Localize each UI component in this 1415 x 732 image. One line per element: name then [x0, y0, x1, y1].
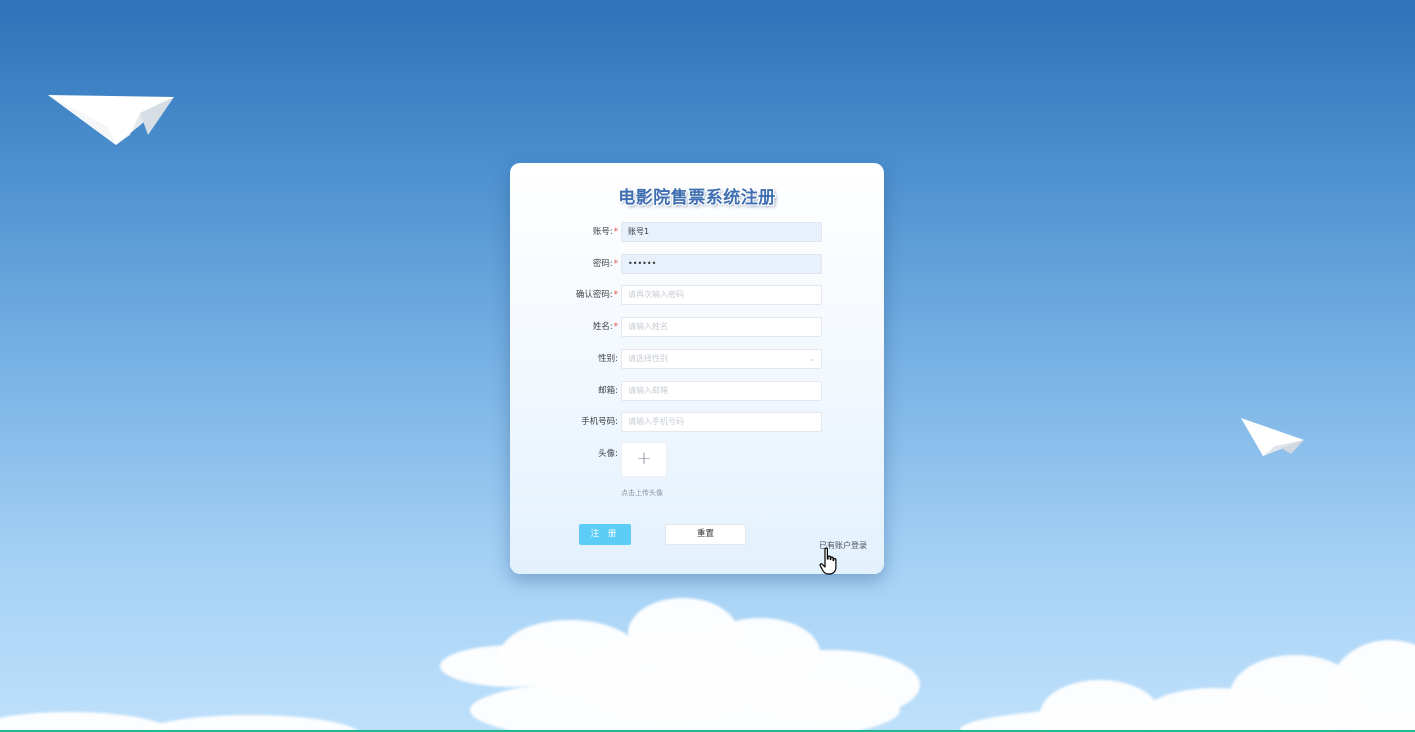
password-label: 密码:*	[592, 259, 618, 269]
form-row-confirm-password: 确认密码:* 请再次输入密码	[510, 285, 884, 307]
form-row-phone: 手机号码: 请输入手机号码	[510, 412, 884, 434]
reset-button[interactable]: 重置	[665, 524, 746, 545]
paper-plane-icon	[48, 95, 174, 145]
confirm-password-label: 确认密码:*	[575, 290, 618, 300]
register-card: 电影院售票系统注册 账号:* 账号1 密码:* •••••• 确认密码:* 请再…	[510, 163, 884, 574]
phone-label: 手机号码:	[581, 417, 618, 427]
avatar-label: 头像:	[598, 449, 618, 459]
name-label: 姓名:*	[592, 322, 618, 332]
gender-label: 性别:	[598, 354, 618, 364]
email-input[interactable]: 请输入邮箱	[621, 381, 822, 401]
account-label: 账号:*	[592, 227, 618, 237]
email-label: 邮箱:	[598, 386, 618, 396]
register-button[interactable]: 注 册	[579, 524, 631, 545]
form-row-email: 邮箱: 请输入邮箱	[510, 381, 884, 403]
plus-icon: +	[636, 448, 652, 469]
phone-input[interactable]: 请输入手机号码	[621, 412, 822, 432]
gender-select[interactable]: 请选择性别 ⌄	[621, 349, 822, 369]
form-row-account: 账号:* 账号1	[510, 222, 884, 244]
gender-select-placeholder: 请选择性别	[628, 354, 668, 363]
account-input[interactable]: 账号1	[621, 222, 822, 242]
confirm-password-input[interactable]: 请再次输入密码	[621, 285, 822, 305]
name-input[interactable]: 请输入姓名	[621, 317, 822, 337]
hand-pointer-icon	[819, 547, 837, 575]
form-row-gender: 性别: 请选择性别 ⌄	[510, 349, 884, 371]
avatar-upload-button[interactable]: +	[621, 442, 667, 477]
form-row-avatar: 头像:	[510, 444, 884, 466]
form-row-password: 密码:* ••••••	[510, 254, 884, 276]
paper-plane-icon	[1241, 418, 1304, 456]
password-input[interactable]: ••••••	[621, 254, 822, 274]
chevron-down-icon: ⌄	[808, 354, 815, 363]
page-title: 电影院售票系统注册	[618, 188, 776, 208]
form-row-name: 姓名:* 请输入姓名	[510, 317, 884, 339]
avatar-upload-tip: 点击上传头像	[621, 489, 663, 497]
